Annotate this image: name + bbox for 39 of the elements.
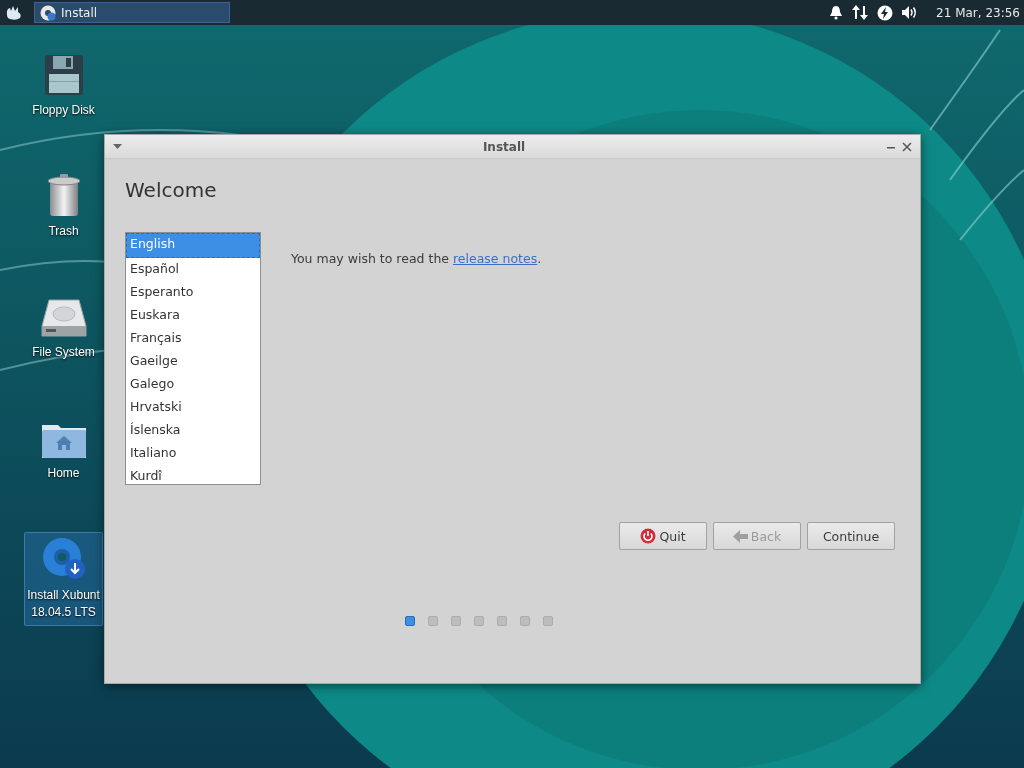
- language-item[interactable]: Italiano: [126, 442, 260, 465]
- icon-label: Install Xubunt 18.04.5 LTS: [27, 587, 100, 621]
- desktop-icon[interactable]: Trash: [24, 169, 103, 244]
- lightning-icon[interactable]: [877, 4, 894, 21]
- desktop-icon[interactable]: Install Xubunt 18.04.5 LTS: [24, 532, 103, 626]
- continue-button[interactable]: Continue: [807, 522, 895, 550]
- bell-icon[interactable]: [829, 5, 844, 20]
- icon-label: Trash: [48, 223, 79, 240]
- desktop-icon[interactable]: Floppy Disk: [24, 48, 103, 123]
- release-notes-text: You may wish to read the release notes.: [291, 251, 542, 268]
- taskbar-button[interactable]: Install: [34, 2, 230, 23]
- desktop-icon[interactable]: File System: [24, 290, 103, 365]
- disc-download-icon: [40, 537, 87, 581]
- language-item[interactable]: Kurdî: [126, 465, 260, 484]
- trash-can-icon: [45, 173, 82, 217]
- icon-label: File System: [32, 344, 95, 361]
- language-item[interactable]: Hrvatski: [126, 396, 260, 419]
- icon-label: Floppy Disk: [32, 102, 95, 119]
- close-icon[interactable]: [902, 141, 912, 152]
- language-item[interactable]: Español: [126, 258, 260, 281]
- language-item[interactable]: Íslenska: [126, 419, 260, 442]
- menu-caret-icon[interactable]: [113, 144, 122, 149]
- language-item[interactable]: Gaeilge: [126, 350, 260, 373]
- language-item[interactable]: Euskara: [126, 304, 260, 327]
- icon-label: Home: [47, 465, 80, 482]
- network-arrows-icon[interactable]: [851, 4, 870, 21]
- window-title: Install: [481, 139, 527, 154]
- clock[interactable]: 21 Mar, 23:56: [936, 5, 1020, 20]
- volume-icon[interactable]: [901, 5, 919, 20]
- logo-icon[interactable]: [5, 4, 23, 21]
- power-icon: [640, 528, 657, 544]
- disc-icon: [40, 4, 56, 21]
- page-heading: Welcome: [125, 178, 218, 204]
- left-arrow-icon: [732, 529, 748, 543]
- language-item[interactable]: Français: [126, 327, 260, 350]
- quit-button[interactable]: Quit: [619, 522, 707, 550]
- desktop-icon[interactable]: Home: [24, 411, 103, 486]
- language-item[interactable]: Esperanto: [126, 281, 260, 304]
- language-item[interactable]: Galego: [126, 373, 260, 396]
